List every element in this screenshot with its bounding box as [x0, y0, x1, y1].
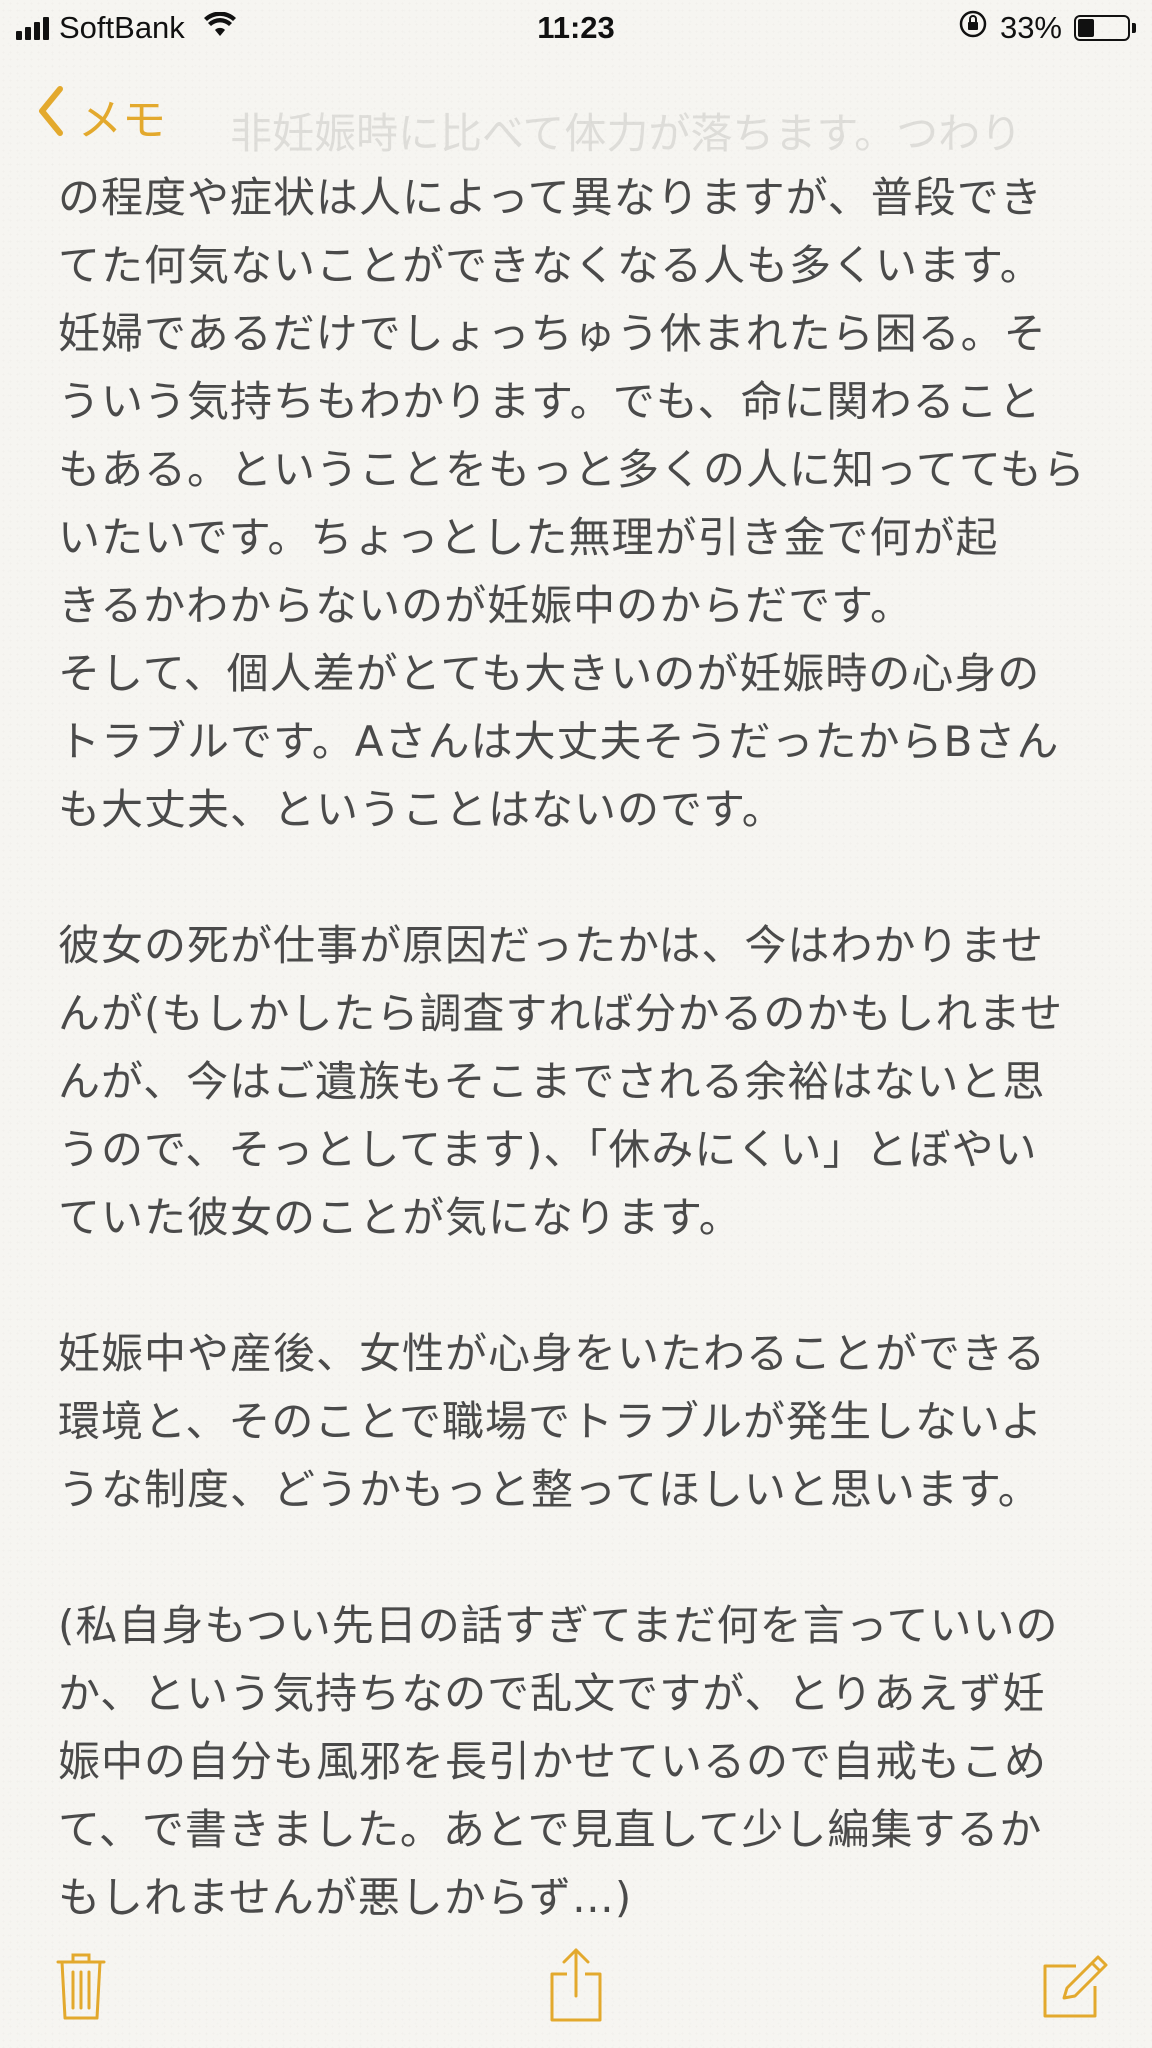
status-bar: SoftBank 11:23 33%	[0, 0, 1152, 56]
status-left: SoftBank	[0, 10, 237, 46]
navigation-bar: 非妊娠時に比べて体力が落ちます。つわり メモ	[0, 78, 1152, 158]
share-icon[interactable]	[548, 1946, 604, 2028]
orientation-lock-icon	[958, 9, 988, 47]
battery-level-fill	[1078, 19, 1094, 37]
battery-icon	[1074, 15, 1136, 41]
battery-percent: 33%	[999, 10, 1062, 45]
note-body-text[interactable]: の程度や症状は人によって異なりますが、普段でき てた何気ないことができなくなる人…	[58, 164, 1098, 1932]
status-right: 33%	[958, 9, 1152, 47]
scrolled-text-line: 非妊娠時に比べて体力が落ちます。つわり	[230, 109, 1023, 158]
compose-icon[interactable]	[1040, 1952, 1110, 2026]
wifi-icon	[203, 10, 237, 46]
trash-icon[interactable]	[54, 1950, 108, 2026]
chevron-left-icon	[36, 85, 64, 148]
back-button[interactable]: メモ	[36, 84, 166, 148]
bottom-toolbar	[0, 1940, 1152, 2030]
back-button-label: メモ	[78, 95, 166, 146]
carrier-name: SoftBank	[59, 10, 185, 45]
signal-icon	[16, 16, 49, 40]
